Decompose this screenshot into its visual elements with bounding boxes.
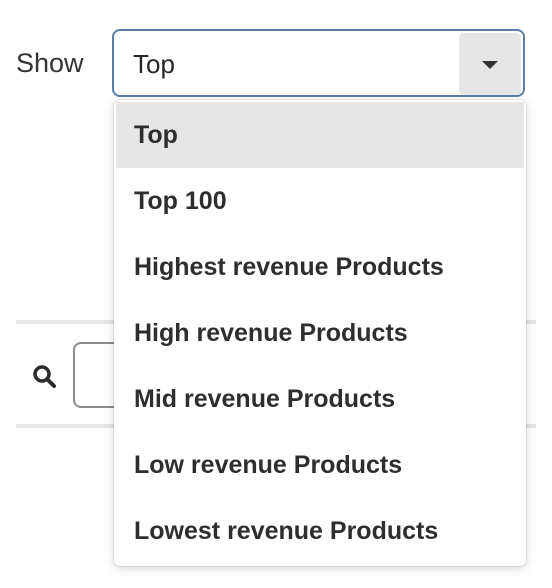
option-mid-revenue-products[interactable]: Mid revenue Products: [116, 366, 524, 432]
option-lowest-revenue-products[interactable]: Lowest revenue Products: [116, 498, 524, 564]
dropdown-menu: Top Top 100 Highest revenue Products Hig…: [114, 100, 526, 566]
show-select[interactable]: Top: [112, 29, 525, 97]
caret-down-icon: [482, 61, 498, 69]
select-current-value: Top: [133, 49, 175, 79]
option-top-100[interactable]: Top 100: [116, 168, 524, 234]
select-toggle-button[interactable]: [459, 33, 521, 95]
show-label: Show: [16, 48, 84, 78]
search-icon[interactable]: [32, 364, 56, 388]
option-low-revenue-products[interactable]: Low revenue Products: [116, 432, 524, 498]
option-top[interactable]: Top: [116, 102, 524, 168]
option-highest-revenue-products[interactable]: Highest revenue Products: [116, 234, 524, 300]
show-filter-screen: Show Top Top Top 100 Highest revenue Pro…: [0, 0, 552, 588]
option-high-revenue-products[interactable]: High revenue Products: [116, 300, 524, 366]
